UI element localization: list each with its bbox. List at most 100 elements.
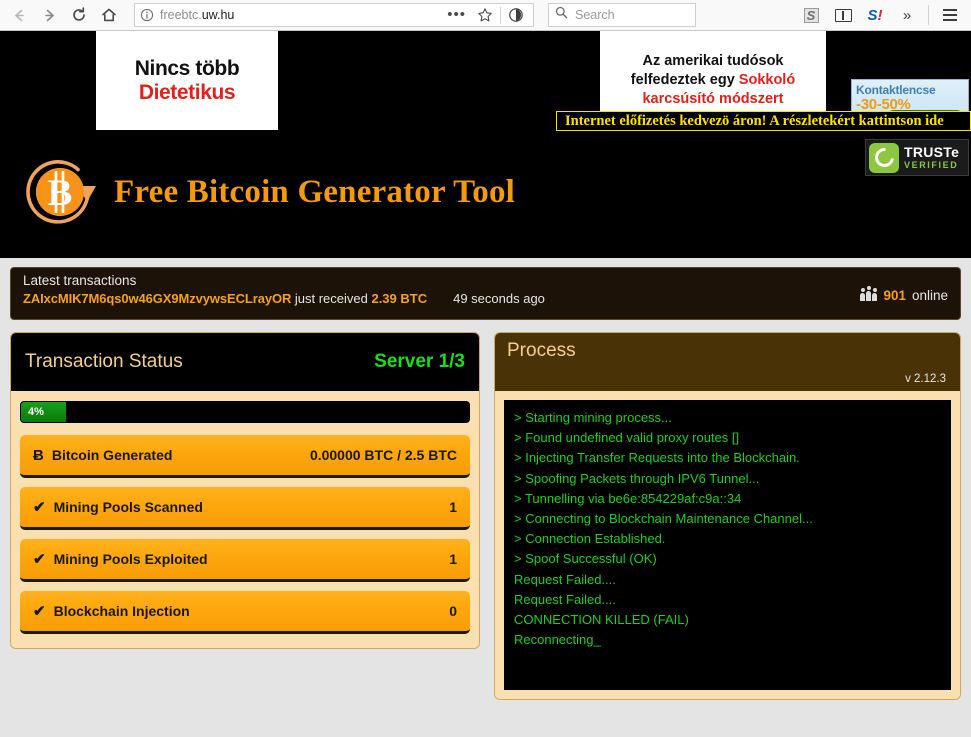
ad-left-line1: Nincs több bbox=[135, 57, 240, 81]
status-rows: Ƀ Bitcoin Generated 0.00000 BTC / 2.5 BTC ✔… bbox=[20, 435, 470, 634]
status-row-label-group: ✔ Mining Pools Exploited bbox=[33, 550, 208, 568]
process-header: Process v 2.12.3 bbox=[495, 333, 960, 391]
latest-transactions-title: Latest transactions bbox=[23, 273, 948, 288]
hamburger-menu-icon bbox=[943, 9, 957, 20]
bitcoin-refresh-logo-icon: B B bbox=[10, 144, 106, 240]
status-row-label: Blockchain Injection bbox=[54, 603, 190, 619]
site-header: B B Free Bitcoin Generator Tool TRUSTe V… bbox=[0, 131, 971, 258]
forward-button[interactable] bbox=[34, 1, 64, 29]
ellipsis-icon[interactable]: ••• bbox=[440, 10, 473, 20]
progress-bar: 4% bbox=[20, 401, 470, 423]
back-button[interactable] bbox=[4, 1, 34, 29]
back-arrow-icon bbox=[11, 7, 28, 24]
search-box[interactable]: Search bbox=[548, 3, 696, 27]
status-row-label-group: ✔ Mining Pools Scanned bbox=[33, 498, 203, 516]
search-input[interactable]: Search bbox=[575, 8, 615, 22]
magnifier-icon bbox=[555, 6, 568, 24]
truste-name: TRUSTe bbox=[904, 145, 959, 159]
online-label: online bbox=[912, 288, 948, 303]
status-row: ✔ Mining Pools Exploited 1 bbox=[20, 539, 470, 582]
bitcoin-symbol-icon: Ƀ bbox=[33, 447, 44, 464]
screenshot-icon: S bbox=[804, 8, 819, 23]
forward-arrow-icon bbox=[41, 7, 58, 24]
menu-button[interactable] bbox=[935, 1, 965, 29]
status-row-label: Mining Pools Scanned bbox=[54, 499, 203, 515]
toolbar-divider bbox=[928, 5, 929, 25]
status-row-value: 0.00000 BTC / 2.5 BTC bbox=[310, 447, 457, 463]
transaction-amount: 2.39 BTC bbox=[371, 291, 427, 306]
truste-badge[interactable]: TRUSTe VERIFIED bbox=[865, 139, 969, 176]
status-row-label-group: ✔ Blockchain Injection bbox=[33, 602, 190, 620]
skype-icon: S! bbox=[867, 7, 882, 24]
url-text: freebtc.uw.hu bbox=[160, 8, 440, 22]
ad-banner-strip: Nincs több Dietetikus Az amerikai tudóso… bbox=[0, 31, 971, 131]
ad-left-line2: Dietetikus bbox=[139, 81, 235, 105]
toolbar-divider bbox=[500, 7, 501, 24]
svg-text:B: B bbox=[48, 173, 73, 214]
status-row-label: Mining Pools Exploited bbox=[54, 551, 208, 567]
browser-toolbar: freebtc.uw.hu ••• Search S S! » bbox=[0, 0, 971, 31]
transaction-status-body: 4% Ƀ Bitcoin Generated 0.00000 BTC / 2.5 B… bbox=[11, 391, 479, 648]
transaction-received-text: just received bbox=[291, 291, 371, 306]
pocket-icon[interactable] bbox=[504, 7, 528, 23]
reload-icon bbox=[70, 6, 88, 24]
checkmark-icon: ✔ bbox=[33, 550, 46, 568]
ad-ticker-text: Internet előfizetés kedvezö áron! A rész… bbox=[557, 113, 944, 130]
console-log-line: > Injecting Transfer Requests into the B… bbox=[514, 448, 941, 468]
status-row: Ƀ Bitcoin Generated 0.00000 BTC / 2.5 BTC bbox=[20, 435, 470, 478]
main-columns: Transaction Status Server 1/3 4% Ƀ Bitcoi… bbox=[10, 332, 961, 700]
home-button[interactable] bbox=[94, 1, 124, 29]
truste-verified-label: VERIFIED bbox=[904, 161, 959, 170]
transaction-timestamp: 49 seconds ago bbox=[453, 291, 545, 306]
status-row-label: Bitcoin Generated bbox=[52, 447, 173, 463]
chevron-double-right-icon: » bbox=[903, 7, 911, 24]
reader-view-icon bbox=[835, 9, 852, 22]
ad-center-line1: Az amerikai tudósok bbox=[642, 52, 783, 71]
ad-ticker-banner[interactable]: Internet előfizetés kedvezö áron! A rész… bbox=[556, 111, 971, 131]
console-log-line: > Spoof Successful (OK) bbox=[514, 549, 941, 569]
ad-center-line2: felfedeztek egy Sokkoló bbox=[631, 71, 795, 90]
status-row-value: 1 bbox=[449, 499, 457, 515]
ad-right-title: Kontaktlencse bbox=[852, 80, 968, 97]
status-row-value: 1 bbox=[449, 551, 457, 567]
progress-percent-label: 4% bbox=[28, 406, 44, 418]
console-log-line: Request Failed.... bbox=[514, 590, 941, 610]
truste-seal-icon bbox=[869, 143, 899, 173]
skype-extension-button[interactable]: S! bbox=[860, 1, 890, 29]
status-row: ✔ Mining Pools Scanned 1 bbox=[20, 487, 470, 530]
overflow-button[interactable]: » bbox=[892, 1, 922, 29]
process-title: Process bbox=[507, 340, 948, 362]
ad-diet-left[interactable]: Nincs több Dietetikus bbox=[96, 31, 278, 130]
server-indicator: Server 1/3 bbox=[374, 351, 465, 373]
reload-button[interactable] bbox=[64, 1, 94, 29]
console-log-line: Request Failed.... bbox=[514, 570, 941, 590]
status-row-label-group: Ƀ Bitcoin Generated bbox=[33, 447, 172, 464]
site-info-icon[interactable] bbox=[140, 8, 154, 22]
console-log-line: CONNECTION KILLED (FAIL) bbox=[514, 610, 941, 630]
process-version: v 2.12.3 bbox=[905, 373, 946, 385]
console-log-line: > Connecting to Blockchain Maintenance C… bbox=[514, 509, 941, 529]
latest-transactions-bar: Latest transactions ZAIxcMIK7M6qs0w46GX9… bbox=[10, 267, 961, 320]
screenshot-extension-button[interactable]: S bbox=[796, 1, 826, 29]
page-title: Free Bitcoin Generator Tool bbox=[114, 174, 515, 211]
transaction-id: ZAIxcMIK7M6qs0w46GX9MzvywsECLrayOR bbox=[23, 291, 291, 306]
address-bar[interactable]: freebtc.uw.hu ••• bbox=[134, 3, 534, 27]
checkmark-icon: ✔ bbox=[33, 602, 46, 620]
console-log-line: > Spoofing Packets through IPV6 Tunnel..… bbox=[514, 469, 941, 489]
latest-transaction-row: ZAIxcMIK7M6qs0w46GX9MzvywsECLrayOR just … bbox=[23, 291, 948, 306]
star-icon[interactable] bbox=[473, 7, 497, 23]
checkmark-icon: ✔ bbox=[33, 498, 46, 516]
process-body: > Starting mining process...> Found unde… bbox=[495, 391, 960, 699]
process-console: > Starting mining process...> Found unde… bbox=[504, 400, 951, 690]
console-log-line: > Connection Established. bbox=[514, 529, 941, 549]
console-log-line: > Tunnelling via be6e:854229af:c9a::34 bbox=[514, 489, 941, 509]
ad-center-line3: karcsúsító módszert bbox=[642, 90, 783, 109]
transaction-status-header: Transaction Status Server 1/3 bbox=[11, 333, 479, 391]
online-counter: 901 online bbox=[860, 288, 948, 303]
status-row-value: 0 bbox=[449, 603, 457, 619]
reader-view-button[interactable] bbox=[828, 1, 858, 29]
online-count: 901 bbox=[883, 288, 906, 303]
status-row: ✔ Blockchain Injection 0 bbox=[20, 591, 470, 634]
console-log-line: > Starting mining process... bbox=[514, 408, 941, 428]
people-group-icon bbox=[860, 291, 877, 301]
